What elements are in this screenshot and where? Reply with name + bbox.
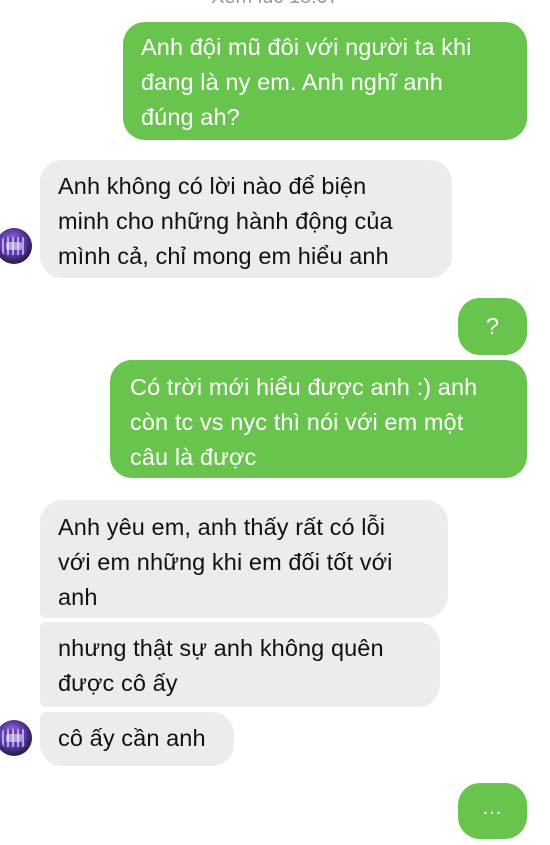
message-bubble-incoming[interactable]: cô ấy cần anh [40,712,234,766]
message-bubble-outgoing[interactable]: ... [458,783,527,839]
read-receipt-text: Xem lúc 18:07 [0,0,550,9]
contact-avatar-icon[interactable] [0,228,32,264]
contact-avatar-icon[interactable] [0,720,32,756]
message-bubble-incoming[interactable]: nhưng thật sự anh không quên được cô ấy [40,622,440,707]
message-bubble-outgoing[interactable]: Anh đội mũ đôi với người ta khi đang là … [123,22,527,140]
message-bubble-outgoing[interactable]: ? [458,298,527,355]
message-bubble-incoming[interactable]: Anh không có lời nào để biện minh cho nh… [40,160,452,278]
message-bubble-incoming[interactable]: Anh yêu em, anh thấy rất có lỗi với em n… [40,500,448,618]
message-bubble-outgoing[interactable]: Có trời mới hiểu được anh :) anh còn tc … [110,360,527,478]
